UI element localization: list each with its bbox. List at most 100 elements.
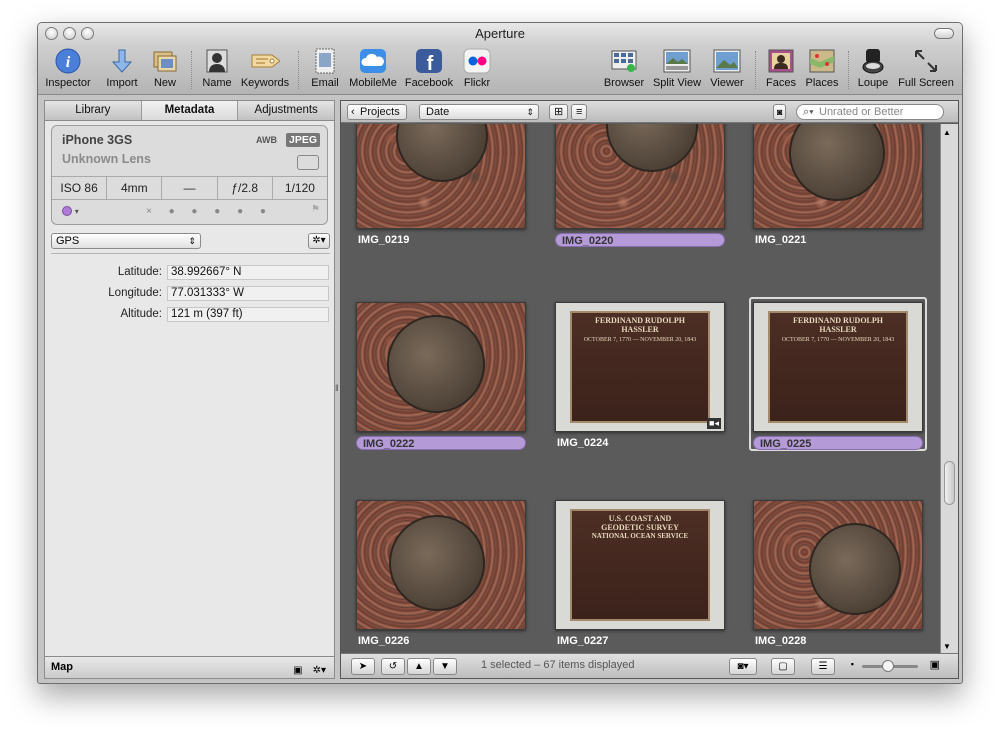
faces-button[interactable]: Faces <box>762 47 800 89</box>
color-label-icon[interactable] <box>62 206 72 217</box>
scroll-down-icon[interactable]: ▼ <box>943 642 951 651</box>
photo-thumbnail: FERDINAND RUDOLPH HASSLER OCTOBER 7, 177… <box>555 302 725 432</box>
full-screen-button[interactable]: Full Screen <box>896 47 956 89</box>
metadata-view-select[interactable]: GPS ⇕ <box>51 233 201 249</box>
new-project-icon <box>150 47 180 75</box>
tab-adjustments[interactable]: Adjustments <box>238 101 334 120</box>
toolbar-separator <box>298 51 299 89</box>
flickr-icon <box>462 47 492 75</box>
status-text: 1 selected – 67 items displayed <box>481 659 635 671</box>
projects-button[interactable]: ‹ Projects <box>347 104 407 120</box>
toolbar-toggle-button[interactable] <box>934 28 954 39</box>
thumbnail-img-0219[interactable]: IMG_0219 <box>356 124 526 247</box>
thumbnail-img-0227[interactable]: U.S. COAST AND GEODETIC SURVEY NATIONAL … <box>555 500 725 648</box>
browser-grid-icon <box>609 47 639 75</box>
aperture-window: Aperture i Inspector Import New Name Key… <box>37 22 963 684</box>
single-frame-icon: ▢ <box>778 661 788 672</box>
browser-button[interactable]: Browser <box>602 47 646 89</box>
filter-button[interactable]: ◙ <box>773 104 787 120</box>
places-button[interactable]: Places <box>802 47 842 89</box>
flag-icon[interactable]: ⚑ <box>311 204 320 215</box>
map-gear-button[interactable]: ✲▾ <box>313 660 326 681</box>
import-button[interactable]: Import <box>100 47 144 89</box>
mobileme-button[interactable]: MobileMe <box>347 47 399 89</box>
minimize-button[interactable] <box>63 27 76 40</box>
facebook-button[interactable]: f Facebook <box>403 47 455 89</box>
keyword-tag-icon <box>250 47 280 75</box>
name-button[interactable]: Name <box>198 47 236 89</box>
close-button[interactable] <box>45 27 58 40</box>
sort-select[interactable]: Date ⇕ <box>419 104 539 120</box>
photo-thumbnail <box>555 124 725 229</box>
latitude-value[interactable]: 38.992667° N <box>167 265 329 280</box>
tab-library[interactable]: Library <box>45 101 142 120</box>
thumbnail-img-0224[interactable]: FERDINAND RUDOLPH HASSLER OCTOBER 7, 177… <box>555 302 725 450</box>
thumbnail-img-0225[interactable]: FERDINAND RUDOLPH HASSLER OCTOBER 7, 177… <box>753 302 923 450</box>
loupe-button[interactable]: Loupe <box>853 47 893 89</box>
rating-stars[interactable]: × ● ● ● ● ● <box>146 206 273 217</box>
stamp-icon: ▼ <box>440 661 450 672</box>
altitude-field: Altitude: 121 m (397 ft) <box>45 307 330 323</box>
browser-scrollbar[interactable]: ▲ ▼ <box>940 124 958 655</box>
badge-overlay-button[interactable]: ◙▾ <box>729 658 757 675</box>
longitude-field: Longitude: 77.031333° W <box>45 286 330 302</box>
thumbnail-img-0220[interactable]: IMG_0220 <box>555 124 725 247</box>
thumbnail-img-0228[interactable]: IMG_0228 <box>753 500 923 648</box>
new-button[interactable]: New <box>145 47 185 89</box>
lift-tool-button[interactable]: ▲ <box>407 658 431 675</box>
list-view-button[interactable]: ≡ <box>571 104 588 120</box>
exif-exposure-bias: — <box>162 177 218 199</box>
camera-icon: ◙▾ <box>737 661 749 672</box>
filmstrip-view-button[interactable]: ☰ <box>811 658 835 675</box>
svg-text:f: f <box>427 53 434 74</box>
scroll-thumb[interactable] <box>944 461 955 505</box>
browser-footer: ➤ ↺ ▲ ▼ 1 selected – 67 items displayed … <box>341 653 958 678</box>
thumbnail-img-0226[interactable]: IMG_0226 <box>356 500 526 648</box>
search-input[interactable]: ⌕▾ Unrated or Better <box>796 104 944 120</box>
split-view-button[interactable]: Split View <box>650 47 704 89</box>
viewer-button[interactable]: Viewer <box>706 47 748 89</box>
scroll-up-icon[interactable]: ▲ <box>943 128 951 137</box>
thumbnail-img-0222[interactable]: IMG_0222 <box>356 302 526 450</box>
gear-icon: ✲▾ <box>312 235 326 246</box>
grid-view-button[interactable]: ⊞ <box>549 104 569 120</box>
flickr-button[interactable]: Flickr <box>458 47 496 89</box>
rating-row: ▾ × ● ● ● ● ● ⚑ <box>62 204 320 217</box>
map-pin-button[interactable]: ▣ <box>293 660 302 681</box>
altitude-value[interactable]: 121 m (397 ft) <box>167 307 329 322</box>
select-arrows-icon: ⇕ <box>188 236 196 246</box>
inspector-button[interactable]: i Inspector <box>40 47 96 89</box>
tab-metadata[interactable]: Metadata <box>141 101 239 120</box>
full-screen-arrows-icon <box>911 47 941 75</box>
select-tool-button[interactable]: ➤ <box>351 658 375 675</box>
photo-thumbnail <box>753 500 923 630</box>
back-chevron-icon: ‹ <box>351 106 355 118</box>
exif-iso: ISO 86 <box>52 177 108 199</box>
single-view-button[interactable]: ▢ <box>771 658 795 675</box>
inspector-tabs: Library Metadata Adjustments <box>45 101 334 121</box>
info-icon: i <box>53 47 83 75</box>
toolbar-separator <box>755 51 756 89</box>
pointer-icon: ➤ <box>358 661 368 672</box>
toolbar-separator <box>191 51 192 89</box>
select-arrows-icon: ⇕ <box>526 107 534 117</box>
splitter-handle[interactable]: ‖ <box>335 383 339 393</box>
email-button[interactable]: Email <box>306 47 344 89</box>
thumbnail-img-0221[interactable]: IMG_0221 <box>753 124 923 247</box>
thumbnail-size-slider[interactable] <box>862 660 918 672</box>
longitude-value[interactable]: 77.031333° W <box>167 286 329 301</box>
zoom-button[interactable] <box>81 27 94 40</box>
photo-thumbnail <box>356 500 526 630</box>
map-label[interactable]: Map <box>51 661 73 673</box>
list-icon: ≡ <box>576 106 583 118</box>
keywords-button[interactable]: Keywords <box>238 47 292 89</box>
grid-icon: ⊞ <box>554 106 564 118</box>
exif-focal-length: 4mm <box>107 177 163 199</box>
small-thumb-icon: ▪ <box>850 659 854 669</box>
stamp-tool-button[interactable]: ▼ <box>433 658 457 675</box>
slider-thumb[interactable] <box>882 660 894 672</box>
gear-menu-button[interactable]: ✲▾ <box>308 233 330 249</box>
rotate-tool-button[interactable]: ↺ <box>381 658 405 675</box>
photo-thumbnail <box>356 302 526 432</box>
lens-name: Unknown Lens <box>62 152 151 166</box>
